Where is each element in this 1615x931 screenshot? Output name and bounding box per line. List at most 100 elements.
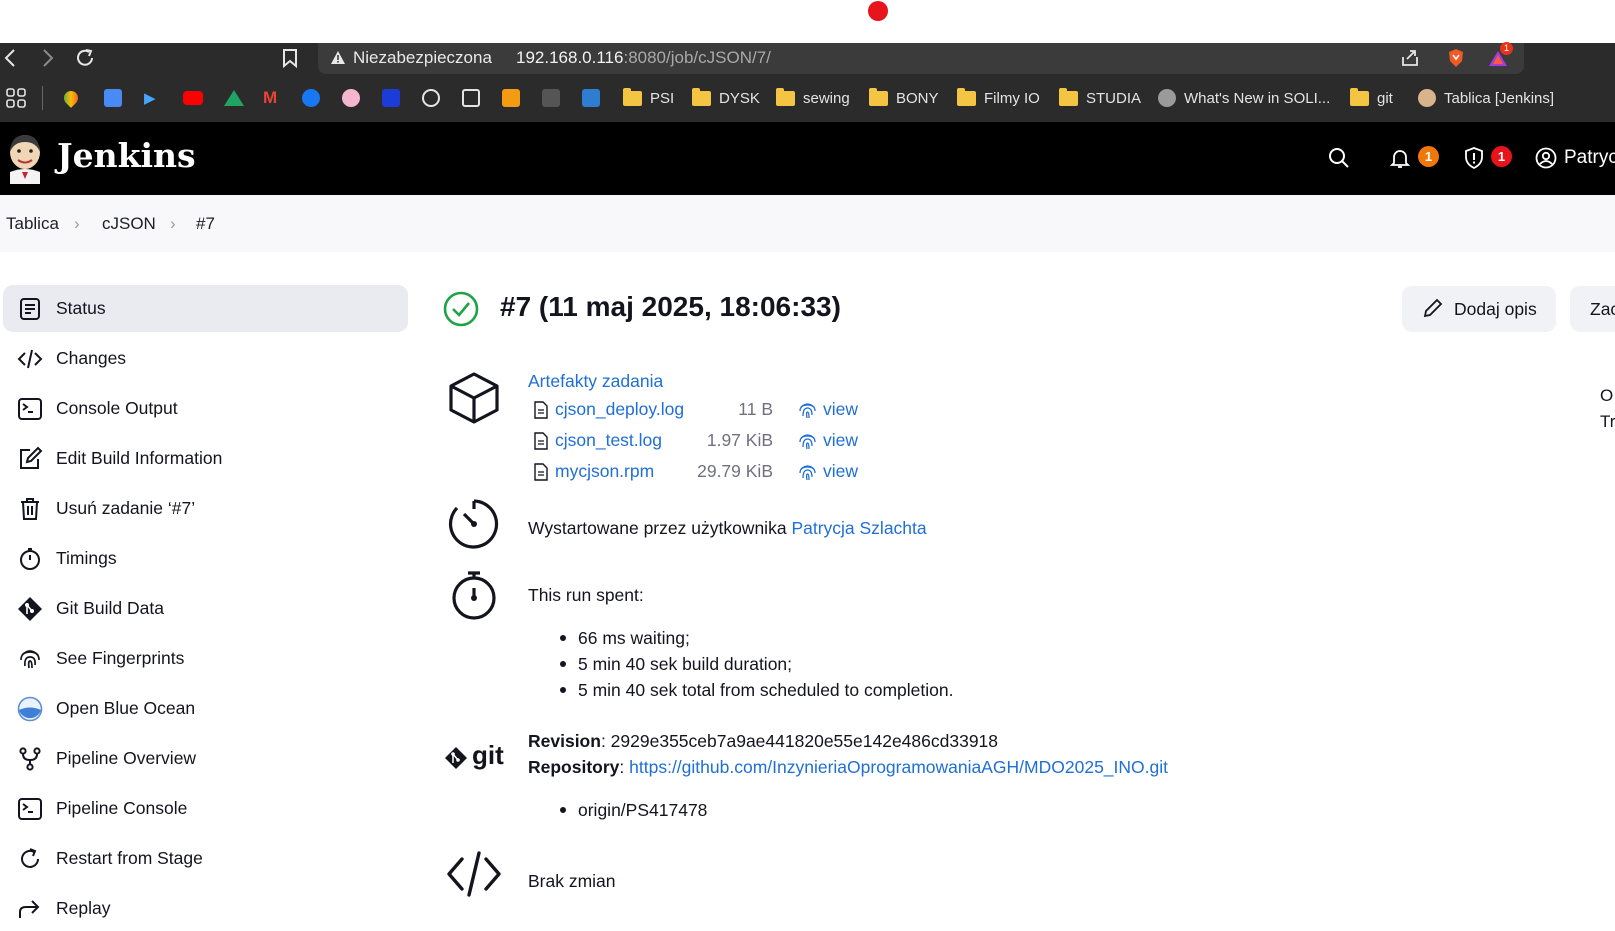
fingerprint-icon[interactable] xyxy=(798,400,817,419)
upel-bookmark-icon[interactable] xyxy=(582,87,600,109)
sidebar-item-pipeline-console[interactable]: Pipeline Console xyxy=(3,785,408,832)
url-text[interactable]: 192.168.0.116:8080/job/cJSON/7/ xyxy=(516,48,771,68)
breadcrumb-tablica[interactable]: Tablica xyxy=(6,214,59,234)
status-icon xyxy=(20,297,40,320)
sidebar-item-restart-from-stage[interactable]: Restart from Stage xyxy=(3,835,408,882)
started-by-user-link[interactable]: Patrycja Szlachta xyxy=(791,518,926,538)
search-icon[interactable] xyxy=(1327,146,1351,170)
sidebar-item-label: Pipeline Overview xyxy=(56,748,197,768)
security-label[interactable]: Niezabezpieczona xyxy=(353,48,492,68)
repository-link[interactable]: https://github.com/InzynieriaOprogramowa… xyxy=(629,757,1168,777)
artifacts-link[interactable]: Artefakty zadania xyxy=(528,371,663,392)
edit-icon xyxy=(20,446,43,469)
repository-separator: : xyxy=(619,757,630,777)
artifact-view-link[interactable]: view xyxy=(823,461,858,482)
bookmark-folder-dysk[interactable]: DYSK xyxy=(692,87,760,109)
bookmark-folder-filmy-io[interactable]: Filmy IO xyxy=(957,87,1040,109)
reload-icon[interactable] xyxy=(74,47,96,69)
sidebar-item-timings[interactable]: Timings xyxy=(3,535,408,582)
address-bar[interactable] xyxy=(318,43,1524,74)
keep-build-button[interactable]: Zac xyxy=(1570,286,1615,332)
back-icon[interactable] xyxy=(0,47,22,69)
sidebar-item-changes[interactable]: Changes xyxy=(3,335,408,382)
bookmark-folder-git[interactable]: git xyxy=(1350,87,1393,109)
terminal-icon xyxy=(18,397,42,420)
stopwatch-icon xyxy=(452,571,496,620)
bookmark-icon[interactable] xyxy=(279,47,301,69)
sidebar-item-console-output[interactable]: Console Output xyxy=(3,385,408,432)
success-check-icon xyxy=(443,291,479,327)
recording-indicator-icon xyxy=(868,1,888,21)
brave-shield-icon[interactable] xyxy=(1445,47,1467,69)
started-by-prefix: Wystartowane przez użytkownika xyxy=(528,518,787,538)
artifact-size: 29.79 KiB xyxy=(697,461,773,481)
bookmark-whats-new[interactable]: What's New in SOLI... xyxy=(1158,87,1330,109)
bullet-icon xyxy=(560,687,566,693)
warning-icon xyxy=(331,51,345,64)
artifact-view-link[interactable]: view xyxy=(823,430,858,451)
artifact-link[interactable]: mycjson.rpm xyxy=(555,461,654,482)
bookmark-folder-sewing[interactable]: sewing xyxy=(776,87,850,109)
translate-bookmark-icon[interactable] xyxy=(104,87,122,109)
fingerprint-icon[interactable] xyxy=(798,462,817,481)
bullet-icon xyxy=(560,807,566,813)
code-icon xyxy=(17,349,43,368)
breadcrumb-cjson[interactable]: cJSON xyxy=(102,214,156,234)
jenkins-title[interactable]: Jenkins xyxy=(57,136,196,175)
bookmark-folder-studia[interactable]: STUDIA xyxy=(1059,87,1141,109)
user-icon[interactable] xyxy=(1534,146,1558,170)
maps-bookmark-icon[interactable] xyxy=(61,87,81,109)
bookmark-tablica-jenkins[interactable]: Tablica [Jenkins] xyxy=(1418,87,1554,109)
file-icon xyxy=(534,432,548,450)
m-bookmark-icon[interactable] xyxy=(382,87,400,109)
folder-icon xyxy=(1059,87,1078,106)
sidebar-item-edit-build-information[interactable]: Edit Build Information xyxy=(3,435,408,482)
notifications-badge: 1 xyxy=(1418,146,1439,167)
add-description-button[interactable]: Dodaj opis xyxy=(1402,286,1556,332)
user-name[interactable]: Patryc xyxy=(1564,147,1615,169)
artifact-view-link[interactable]: view xyxy=(823,399,858,420)
apps-icon[interactable] xyxy=(6,87,26,109)
fingerprint-icon[interactable] xyxy=(798,431,817,450)
sidebar-item-delete-build[interactable]: Usuń zadanie ‘#7’ xyxy=(3,485,408,532)
jenkins-logo-icon[interactable] xyxy=(6,132,44,184)
browser-toolbar: Niezabezpieczona 192.168.0.116:8080/job/… xyxy=(0,42,1615,74)
bell-icon[interactable] xyxy=(1388,146,1412,170)
youtube-bookmark-icon[interactable] xyxy=(183,87,203,109)
package-icon xyxy=(449,372,499,424)
forward-icon[interactable] xyxy=(36,47,58,69)
breadcrumb-build[interactable]: #7 xyxy=(196,214,215,234)
security-shield-icon[interactable] xyxy=(1462,146,1486,170)
drive-bookmark-icon[interactable] xyxy=(224,87,244,109)
chevron-right-icon: › xyxy=(170,214,176,233)
started-by: Wystartowane przez użytkownika Patrycja … xyxy=(528,518,927,539)
sidebar-item-status[interactable]: Status xyxy=(3,285,408,332)
timing-item: 5 min 40 sek total from scheduled to com… xyxy=(578,680,954,700)
sidebar-item-pipeline-overview[interactable]: Pipeline Overview xyxy=(3,735,408,782)
sidebar-item-label: Replay xyxy=(56,898,111,918)
sidebar-item-label: Console Output xyxy=(56,398,178,418)
sidebar-item-see-fingerprints[interactable]: See Fingerprints xyxy=(3,635,408,682)
play-bookmark-icon[interactable]: ▶ xyxy=(144,87,156,109)
sidebar-item-replay[interactable]: Replay xyxy=(3,885,408,931)
bookmark-folder-bony[interactable]: BONY xyxy=(869,87,939,109)
dark-bookmark-icon[interactable] xyxy=(462,87,480,109)
faded-bookmark-icon[interactable] xyxy=(542,87,560,109)
page-title: #7 (11 maj 2025, 18:06:33) xyxy=(500,291,841,322)
sidebar-item-git-build-data[interactable]: Git Build Data xyxy=(3,585,408,632)
chatgpt-bookmark-icon[interactable] xyxy=(422,87,440,109)
extension-badge: 1 xyxy=(1500,42,1513,55)
folder-icon xyxy=(957,87,976,106)
artifact-link[interactable]: cjson_test.log xyxy=(555,430,662,451)
git-logo-text: git xyxy=(472,740,504,770)
keep-build-label: Zac xyxy=(1590,299,1615,319)
facebook-bookmark-icon[interactable] xyxy=(302,87,320,109)
bookmark-folder-psi[interactable]: PSI xyxy=(623,87,674,109)
share-icon[interactable] xyxy=(1399,47,1421,69)
sidebar-item-open-blue-ocean[interactable]: Open Blue Ocean xyxy=(3,685,408,732)
artifact-size: 11 B xyxy=(738,399,773,419)
pink-bookmark-icon[interactable] xyxy=(342,87,360,109)
folder-icon xyxy=(869,87,888,106)
gmail-bookmark-icon[interactable]: M xyxy=(263,87,277,109)
u-bookmark-icon[interactable] xyxy=(502,87,520,109)
